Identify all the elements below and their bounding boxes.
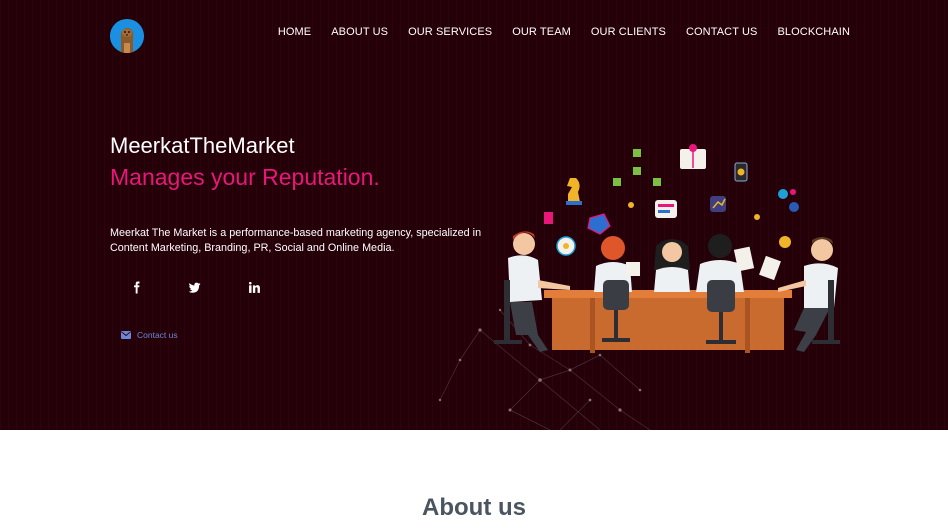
phone-coin-icon — [734, 162, 748, 182]
envelope-icon — [121, 331, 131, 339]
person-woman — [654, 239, 690, 292]
brand-title: MeerkatTheMarket — [110, 133, 295, 158]
main-nav: HOME ABOUT US OUR SERVICES OUR TEAM OUR … — [258, 26, 850, 38]
bulb-icon — [628, 202, 760, 220]
cup-icon — [544, 212, 553, 224]
nav-home[interactable]: HOME — [278, 26, 311, 38]
nav-contact-us[interactable]: CONTACT US — [686, 26, 758, 38]
cubes-icon — [613, 149, 661, 186]
browser-icon — [655, 200, 677, 218]
nav-our-services[interactable]: OUR SERVICES — [408, 26, 492, 38]
meerkat-logo-icon[interactable] — [110, 19, 144, 53]
chart-icon — [710, 196, 726, 212]
floating-icons — [544, 144, 799, 256]
contact-us-link[interactable]: Contact us — [121, 330, 178, 340]
nav-blockchain[interactable]: BLOCKCHAIN — [777, 26, 850, 38]
facebook-icon[interactable] — [128, 279, 144, 295]
coin-icon — [779, 236, 791, 248]
about-us-heading: About us — [422, 494, 526, 521]
team-illustration — [438, 144, 840, 430]
target-icon — [556, 236, 576, 256]
nav-about-us[interactable]: ABOUT US — [331, 26, 388, 38]
hero-section: HOME ABOUT US OUR SERVICES OUR TEAM OUR … — [0, 0, 948, 430]
hero-tagline: Manages your Reputation. — [110, 164, 380, 190]
nav-our-team[interactable]: OUR TEAM — [512, 26, 571, 38]
twitter-icon[interactable] — [186, 279, 202, 295]
social-links — [128, 279, 262, 295]
chess-knight-icon — [566, 178, 582, 205]
contact-us-label: Contact us — [137, 330, 178, 340]
meeting-table — [544, 290, 792, 353]
gears-icon — [778, 189, 799, 212]
book-icon — [680, 144, 706, 169]
nav-our-clients[interactable]: OUR CLIENTS — [591, 26, 666, 38]
linkedin-icon[interactable] — [246, 279, 262, 295]
shield-icon — [587, 213, 611, 235]
